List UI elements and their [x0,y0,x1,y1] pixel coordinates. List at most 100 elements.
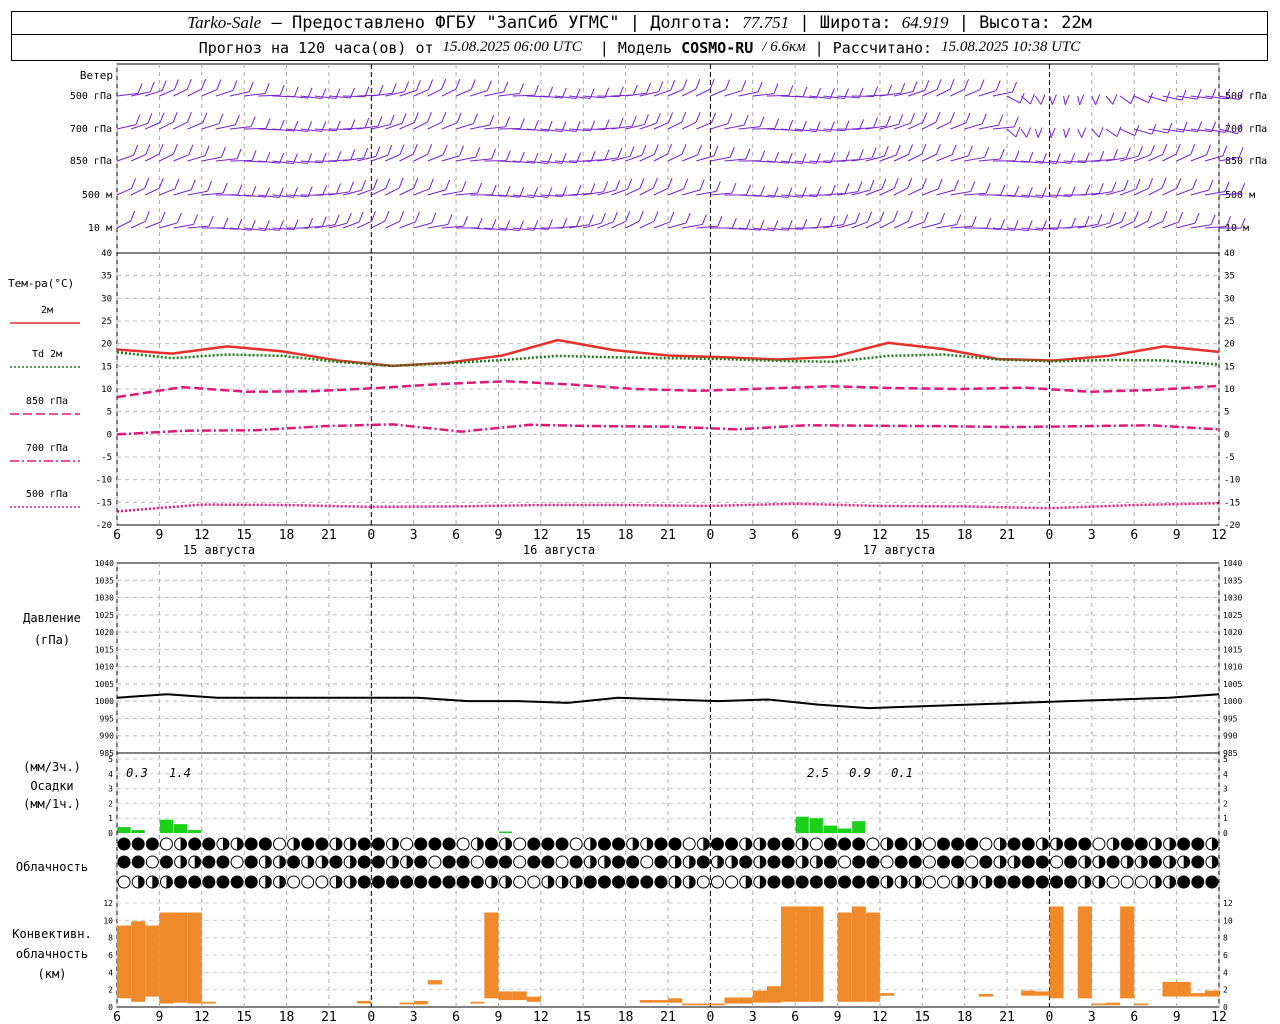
wind-barb-flag [940,212,946,224]
wind-barb-flag [265,118,271,129]
cloud-symbol [456,855,470,869]
cloud-symbol [1035,855,1049,869]
conv-bar [399,1002,414,1005]
wind-barb-flag [576,185,582,196]
conv-bar [851,906,866,1002]
wind-barb-flag [218,113,224,124]
wind-barb-flag [774,151,780,163]
wind-barb [173,88,188,97]
cloud-symbol [301,837,315,851]
wind-barb-flag [264,83,270,94]
wind-barb-flag [250,116,256,127]
conv-bar [710,1003,725,1006]
wind-barb [173,189,192,196]
cloud-symbol [159,855,173,869]
cloud-symbol [442,875,456,889]
wind-barb-flag [883,146,889,157]
cloud-symbol-fill [406,856,413,868]
wind-barb-flag [378,84,384,96]
wind-barb-flag [951,144,957,156]
legend-label: 500 гПа [26,489,68,500]
wind-barb-flag [604,149,610,160]
wind-barb-flag [936,79,942,90]
wind-barb [1020,95,1031,105]
cloud-symbol [823,837,837,851]
wind-barb [992,91,1013,97]
wind-barb-flag [652,177,658,189]
wind-barb [710,89,726,97]
x-tick-upper: 6 [452,528,460,543]
pres-tick-left: 1020 [95,628,114,637]
wind-barb-flag [1029,93,1035,105]
conv-bar [1049,906,1064,999]
prec-tick-left: 5 [108,755,113,764]
cloud-symbol-fill [222,838,229,850]
prec-tick-right: 3 [1223,785,1228,794]
cloud-symbol-fill [279,856,286,868]
wind-barb [908,89,926,97]
x-tick-upper: 15 [914,528,930,543]
wind-barb-flag [631,115,637,127]
temp-tick-left: 5 [107,408,112,418]
wind-barb-flag [159,112,165,123]
cloud-symbol [1064,875,1078,889]
wind-barb-flag [741,80,747,91]
wind-barb [1105,221,1122,229]
wind-barb-flag [358,211,364,223]
wind-barb-flag [802,86,808,98]
wind-barb-flag [843,214,849,225]
wind-barb-flag [208,215,214,227]
temp-tick-left: -15 [96,498,112,508]
conv-bar [512,991,527,1001]
wind-barb-flag [1111,181,1117,192]
cloud-symbol [1177,837,1191,851]
temp-tick-left: 0 [107,430,112,440]
wind-barb-flag [130,210,136,222]
wind-barb [1162,187,1177,196]
wind-barb-flag [655,113,661,124]
wind-barb-flag [188,144,194,155]
prec-tick-right: 4 [1223,770,1228,779]
cloud-symbol-fill [1084,876,1091,888]
prec-tick-right: 0 [1223,829,1228,838]
cloud-symbol-fill [547,876,554,888]
wind-barb-flag [1026,127,1031,138]
wind-barb-flag [1206,144,1211,156]
prec-tick-right: 5 [1223,755,1228,764]
wind-barb-flag [641,144,647,156]
wind-barb-flag [1095,94,1101,105]
wind-barb-flag [727,113,733,124]
wind-barb [130,220,146,229]
cloud-symbol [993,875,1007,889]
cloud-symbol-fill [745,838,752,850]
temp-tick-right: -10 [1224,476,1240,486]
wind-barb-flag [1181,89,1187,101]
conv-bar [187,912,202,1004]
cloud-symbol-fill [731,856,738,868]
wind-barb [696,88,711,97]
cloud-symbol [188,837,202,851]
pres-tick-right: 995 [1223,714,1238,723]
wind-barb-flag [603,181,609,192]
wind-barb-flag [1167,122,1173,134]
wind-barb-flag [971,216,977,227]
wind-barb [455,123,474,130]
wind-barb-flag [830,184,836,196]
conv-bar [639,1000,654,1003]
wind-barb-flag [387,144,393,156]
wind-barb-flag [1064,94,1070,105]
conv-bar [696,1003,711,1006]
temp-tick-left: 40 [101,249,112,259]
wind-barb-flag [867,211,873,223]
wind-barb-flag [685,212,691,224]
wind-barb-flag [350,149,356,160]
cloud-symbol [1148,855,1162,869]
wind-barb [922,153,937,162]
wind-barb [427,154,444,162]
wind-barb [922,188,939,196]
conv-bar [1134,1003,1149,1006]
cloud-symbol [668,837,682,851]
temp-tick-left: -20 [96,521,112,531]
wind-barb-flag [149,81,155,92]
cloud-symbol [131,837,145,851]
